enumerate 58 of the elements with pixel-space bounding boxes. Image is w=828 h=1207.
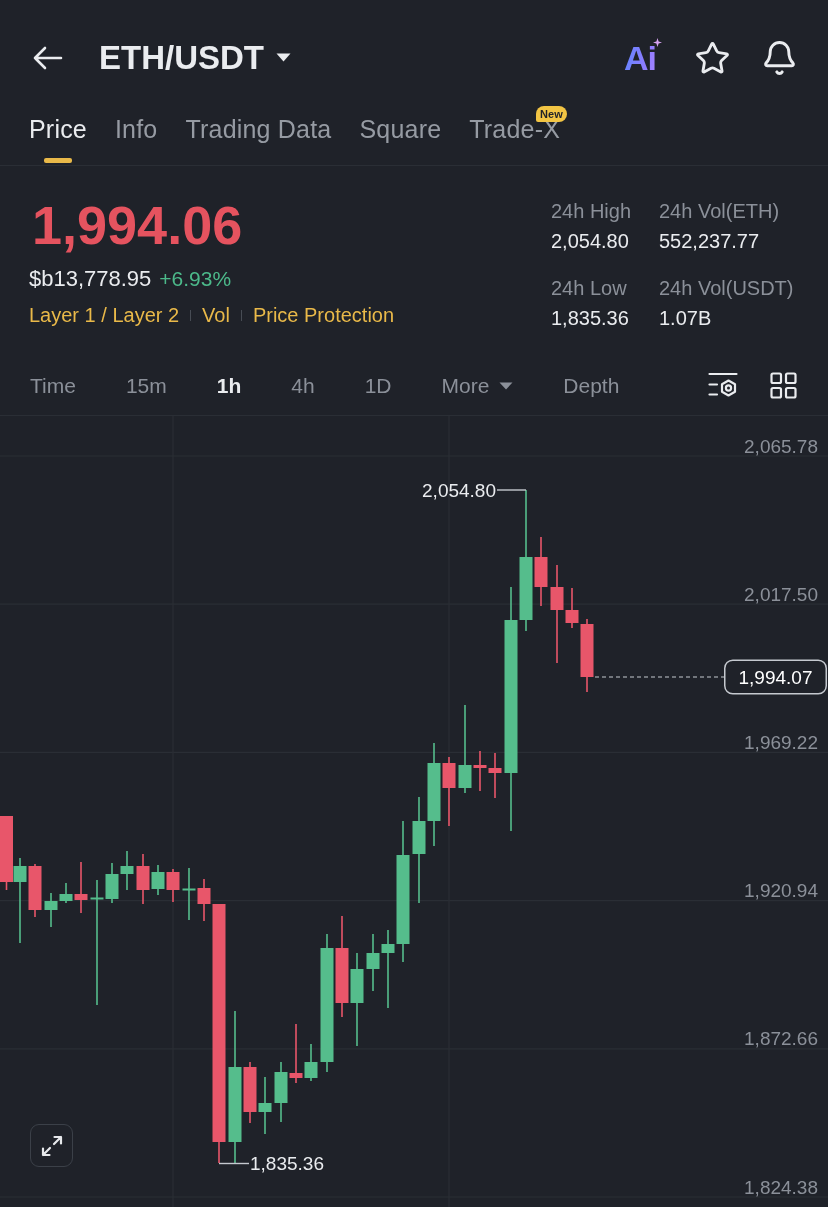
candle <box>120 850 134 891</box>
high-price-label: 2,054.80 <box>422 479 496 501</box>
price-scale-label: 1,824.38 <box>744 1176 818 1198</box>
tag-link[interactable]: Vol <box>202 302 230 328</box>
interval-tab[interactable]: Depth <box>563 371 620 400</box>
candle <box>274 1061 288 1123</box>
leader-line <box>496 489 527 491</box>
sparkle-icon <box>653 37 662 47</box>
tab[interactable]: Trading Data <box>185 115 332 165</box>
stat-value: 552,237.77 <box>659 229 761 254</box>
candle <box>166 868 180 903</box>
star-icon <box>696 41 729 74</box>
price-scale-label: 2,065.78 <box>744 435 818 457</box>
candle <box>366 933 380 992</box>
tab[interactable]: Square <box>359 115 442 165</box>
stat-label: 24h High <box>551 199 633 224</box>
interval-tab[interactable]: 1D <box>364 371 392 400</box>
candle <box>258 1076 272 1135</box>
expand-icon <box>40 1134 63 1157</box>
candle <box>488 752 502 799</box>
price-change: +6.93% <box>159 266 232 292</box>
price-scale-label: 1,920.94 <box>744 880 818 902</box>
price-scale-label: 1,872.66 <box>744 1028 818 1050</box>
more-menu[interactable]: More <box>441 371 514 400</box>
interval-tab[interactable]: 4h <box>291 371 315 400</box>
tag-link[interactable]: Layer 1 / Layer 2 <box>29 302 180 328</box>
stat-value: 1,835.36 <box>551 306 630 331</box>
stat-label: 24h Low <box>551 276 628 301</box>
expand-button[interactable] <box>30 1124 73 1167</box>
back-button[interactable] <box>33 45 63 70</box>
candle <box>182 867 196 921</box>
notification-button[interactable] <box>763 40 796 75</box>
tab[interactable]: Price <box>29 115 87 165</box>
back-icon <box>33 45 63 70</box>
grid-icon[interactable] <box>770 372 797 399</box>
stat-label: 24h Vol(ETH) <box>659 199 781 224</box>
new-badge: New <box>536 106 567 122</box>
leader-line <box>218 1162 250 1165</box>
last-price: 1,994.06 <box>32 195 244 255</box>
settings-icon[interactable] <box>708 372 738 399</box>
tab[interactable]: Info <box>114 115 158 165</box>
caret-icon <box>499 381 514 390</box>
bell-icon <box>763 40 796 75</box>
last-price-tag: 1,994.07 <box>724 659 827 695</box>
price-scale-label: 1,969.22 <box>744 731 818 753</box>
interval-tab[interactable]: 1h <box>216 371 242 400</box>
caret-icon <box>276 53 291 62</box>
fiat-value: $b13,778.95 <box>29 265 152 293</box>
interval-tab[interactable]: Time <box>30 371 76 400</box>
price-scale-label: 2,017.50 <box>744 583 818 605</box>
pair-selector[interactable]: ETH/USDT <box>99 37 291 78</box>
low-price-label: 1,835.36 <box>250 1153 324 1174</box>
interval-tab[interactable]: 15m <box>125 371 167 400</box>
stat-value: 2,054.80 <box>551 229 630 254</box>
favorite-button[interactable] <box>696 41 729 74</box>
stat-label: 24h Vol(USDT) <box>659 276 795 301</box>
tag-link[interactable]: Price Protection <box>252 302 395 328</box>
stat-value: 1.07B <box>659 306 713 331</box>
